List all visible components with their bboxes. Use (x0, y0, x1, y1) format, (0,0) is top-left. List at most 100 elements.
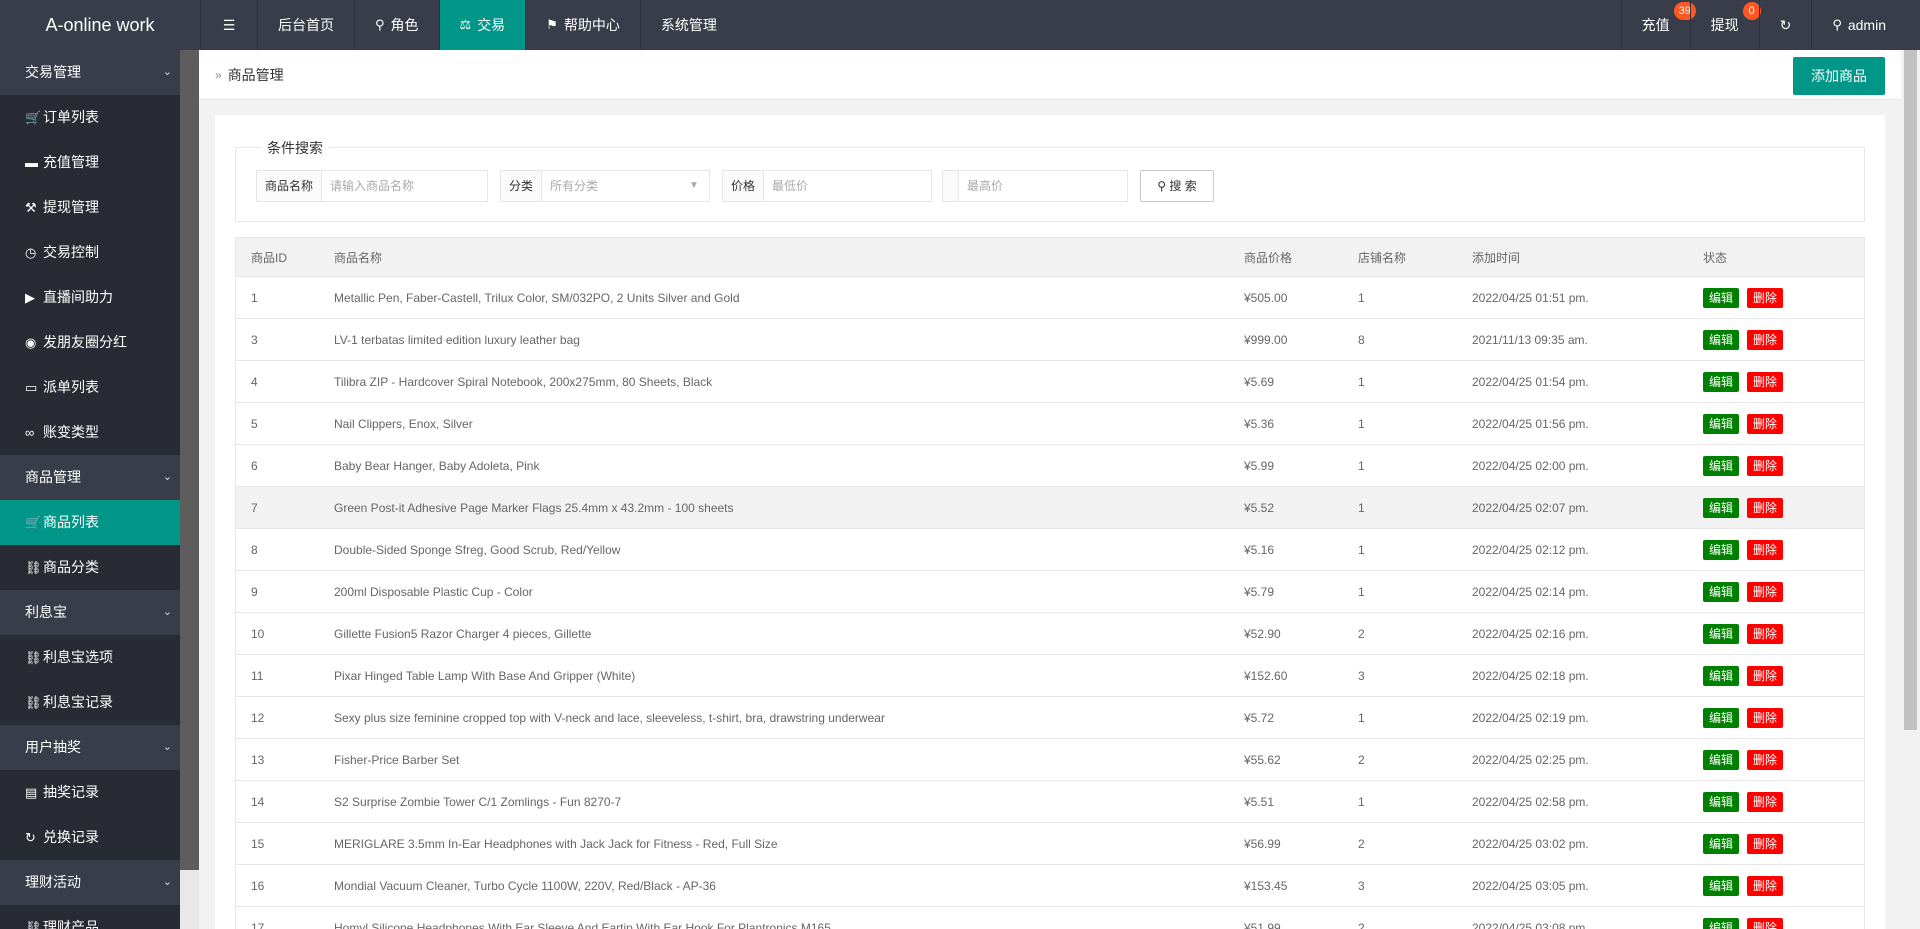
edit-button[interactable]: 编辑 (1703, 413, 1740, 434)
sidebar-group[interactable]: 利息宝 ⌄ (0, 590, 180, 635)
main-scrollbar[interactable] (1901, 50, 1920, 929)
nav-roles[interactable]: ⚲ 角色 (354, 0, 439, 50)
cell-name: LV-1 terbatas limited edition luxury lea… (334, 332, 580, 347)
cell-time: 2022/04/25 02:19 pm. (1472, 710, 1589, 725)
cell-price: ¥51.99 (1244, 920, 1281, 929)
edit-button[interactable]: 编辑 (1703, 497, 1740, 518)
search-button[interactable]: ⚲ 搜 索 (1140, 170, 1214, 202)
sidebar-group[interactable]: 理财活动 ⌄ (0, 860, 180, 905)
name-search-input[interactable]: 请输入商品名称 (322, 171, 487, 201)
withdraw-button[interactable]: 提现 0 (1689, 0, 1761, 50)
sidebar-item[interactable]: ▭ 派单列表 (0, 365, 180, 410)
nav-trade[interactable]: ⚖ 交易 (438, 0, 526, 50)
delete-button[interactable]: 删除 (1747, 707, 1784, 728)
cell-name: Tilibra ZIP - Hardcover Spiral Notebook,… (334, 374, 713, 389)
recharge-label: 充值 (1641, 17, 1670, 33)
delete-button[interactable]: 删除 (1747, 497, 1784, 518)
sidebar-group[interactable]: 用户抽奖 ⌄ (0, 725, 180, 770)
cell-name: Pixar Hinged Table Lamp With Base And Gr… (334, 668, 636, 683)
delete-button[interactable]: 删除 (1747, 917, 1784, 929)
category-select[interactable]: 所有分类 (542, 171, 689, 201)
sidebar-item[interactable]: ⚒ 提现管理 (0, 185, 180, 230)
edit-button[interactable]: 编辑 (1703, 455, 1740, 476)
add-product-button[interactable]: 添加商品 (1793, 57, 1885, 95)
edit-button[interactable]: 编辑 (1703, 707, 1740, 728)
edit-button[interactable]: 编辑 (1703, 539, 1740, 560)
cell-name: S2 Surprise Zombie Tower C/1 Zomlings - … (334, 794, 622, 809)
delete-button[interactable]: 删除 (1747, 413, 1784, 434)
sidebar-item[interactable]: ◉ 发朋友圈分红 (0, 320, 180, 365)
cell-name: Baby Bear Hanger, Baby Adoleta, Pink (334, 458, 540, 473)
delete-button[interactable]: 删除 (1747, 371, 1784, 392)
menu-toggle-button[interactable]: ☰ (200, 0, 257, 50)
cell-shop: 3 (1358, 668, 1365, 683)
cell-price: ¥999.00 (1244, 332, 1288, 347)
cell-time: 2022/04/25 03:05 pm. (1472, 878, 1589, 893)
delete-button[interactable]: 删除 (1747, 665, 1784, 686)
sidebar-item[interactable]: ⛓利息宝选项 (0, 635, 180, 680)
sidebar-group[interactable]: 商品管理 ⌄ (0, 455, 180, 500)
nav-system[interactable]: 系统管理 (639, 0, 737, 50)
col-name-header: 商品名称 (334, 250, 383, 265)
sidebar-item-label: 账变类型 (43, 424, 99, 440)
delete-button[interactable]: 删除 (1747, 329, 1784, 350)
sidebar-item[interactable]: ∞ 账变类型 (0, 410, 180, 455)
main-scrollbar-thumb[interactable] (1904, 50, 1917, 730)
delete-button[interactable]: 删除 (1747, 623, 1784, 644)
sidebar-item[interactable]: ⛓利息宝记录 (0, 680, 180, 725)
edit-button[interactable]: 编辑 (1703, 749, 1740, 770)
nav-help[interactable]: ⚑ 帮助中心 (525, 0, 640, 50)
max-price-input[interactable]: 最高价 (959, 171, 1127, 201)
edit-button[interactable]: 编辑 (1703, 791, 1740, 812)
recharge-button[interactable]: 充值 39 (1620, 0, 1696, 50)
cell-time: 2022/04/25 02:00 pm. (1472, 458, 1589, 473)
table-row: 10 Gillette Fusion5 Razor Charger 4 piece… (236, 613, 1864, 655)
delete-button[interactable]: 删除 (1747, 539, 1784, 560)
sidebar-item[interactable]: 🛒 商品列表 (0, 500, 180, 545)
cell-time: 2022/04/25 03:02 pm. (1472, 836, 1589, 851)
sidebar-item[interactable]: ◷ 交易控制 (0, 230, 180, 275)
product-table: 商品ID 商品名称 商品价格 店铺名称 添加时间 状态 1 Metallic Pe… (235, 237, 1865, 929)
table-row: 15 MERIGLARE 3.5mm In-Ear Headphones with… (236, 823, 1864, 865)
delete-button[interactable]: 删除 (1747, 749, 1784, 770)
edit-button[interactable]: 编辑 (1703, 665, 1740, 686)
edit-button[interactable]: 编辑 (1703, 329, 1740, 350)
delete-button[interactable]: 删除 (1747, 791, 1784, 812)
link-icon: ⛓ (25, 920, 42, 929)
sidebar-scrollbar[interactable] (180, 50, 199, 929)
sidebar-item[interactable]: ⛓商品分类 (0, 545, 180, 590)
cell-time: 2022/04/25 02:12 pm. (1472, 542, 1589, 557)
sidebar-item[interactable]: ↻ 兑换记录 (0, 815, 180, 860)
edit-button[interactable]: 编辑 (1703, 623, 1740, 644)
edit-button[interactable]: 编辑 (1703, 371, 1740, 392)
sidebar-item[interactable]: 🛒 订单列表 (0, 95, 180, 140)
edit-button[interactable]: 编辑 (1703, 875, 1740, 896)
sidebar-scrollbar-thumb[interactable] (180, 50, 199, 870)
delete-button[interactable]: 删除 (1747, 875, 1784, 896)
user-menu[interactable]: ⚲ admin (1811, 0, 1920, 50)
cell-time: 2022/04/25 01:54 pm. (1472, 374, 1589, 389)
sidebar-group[interactable]: 交易管理 ⌄ (0, 50, 180, 95)
refresh-button[interactable]: ↻ (1758, 0, 1812, 50)
category-filter-label: 分类 (501, 171, 543, 201)
sidebar-item[interactable]: ▬ 充值管理 (0, 140, 180, 185)
min-price-input[interactable]: 最低价 (764, 171, 931, 201)
app-logo[interactable]: A-online work (0, 0, 200, 50)
edit-button[interactable]: 编辑 (1703, 581, 1740, 602)
nav-home[interactable]: 后台首页 (257, 0, 354, 50)
nav-trade-label: 交易 (477, 17, 506, 33)
delete-button[interactable]: 删除 (1747, 287, 1784, 308)
cell-time: 2022/04/25 02:14 pm. (1472, 584, 1589, 599)
edit-button[interactable]: 编辑 (1703, 833, 1740, 854)
cell-name: Nail Clippers, Enox, Silver (334, 416, 473, 431)
edit-button[interactable]: 编辑 (1703, 917, 1740, 929)
user-icon: ⚲ (375, 17, 385, 32)
edit-button[interactable]: 编辑 (1703, 287, 1740, 308)
delete-button[interactable]: 删除 (1747, 455, 1784, 476)
sidebar-item[interactable]: ▤ 抽奖记录 (0, 770, 180, 815)
delete-button[interactable]: 删除 (1747, 833, 1784, 854)
sidebar-item[interactable]: ▶ 直播间助力 (0, 275, 180, 320)
table-row: 6 Baby Bear Hanger, Baby Adoleta, Pink ¥5.… (236, 445, 1864, 487)
delete-button[interactable]: 删除 (1747, 581, 1784, 602)
sidebar-item[interactable]: ⛓理财产品 (0, 905, 180, 929)
